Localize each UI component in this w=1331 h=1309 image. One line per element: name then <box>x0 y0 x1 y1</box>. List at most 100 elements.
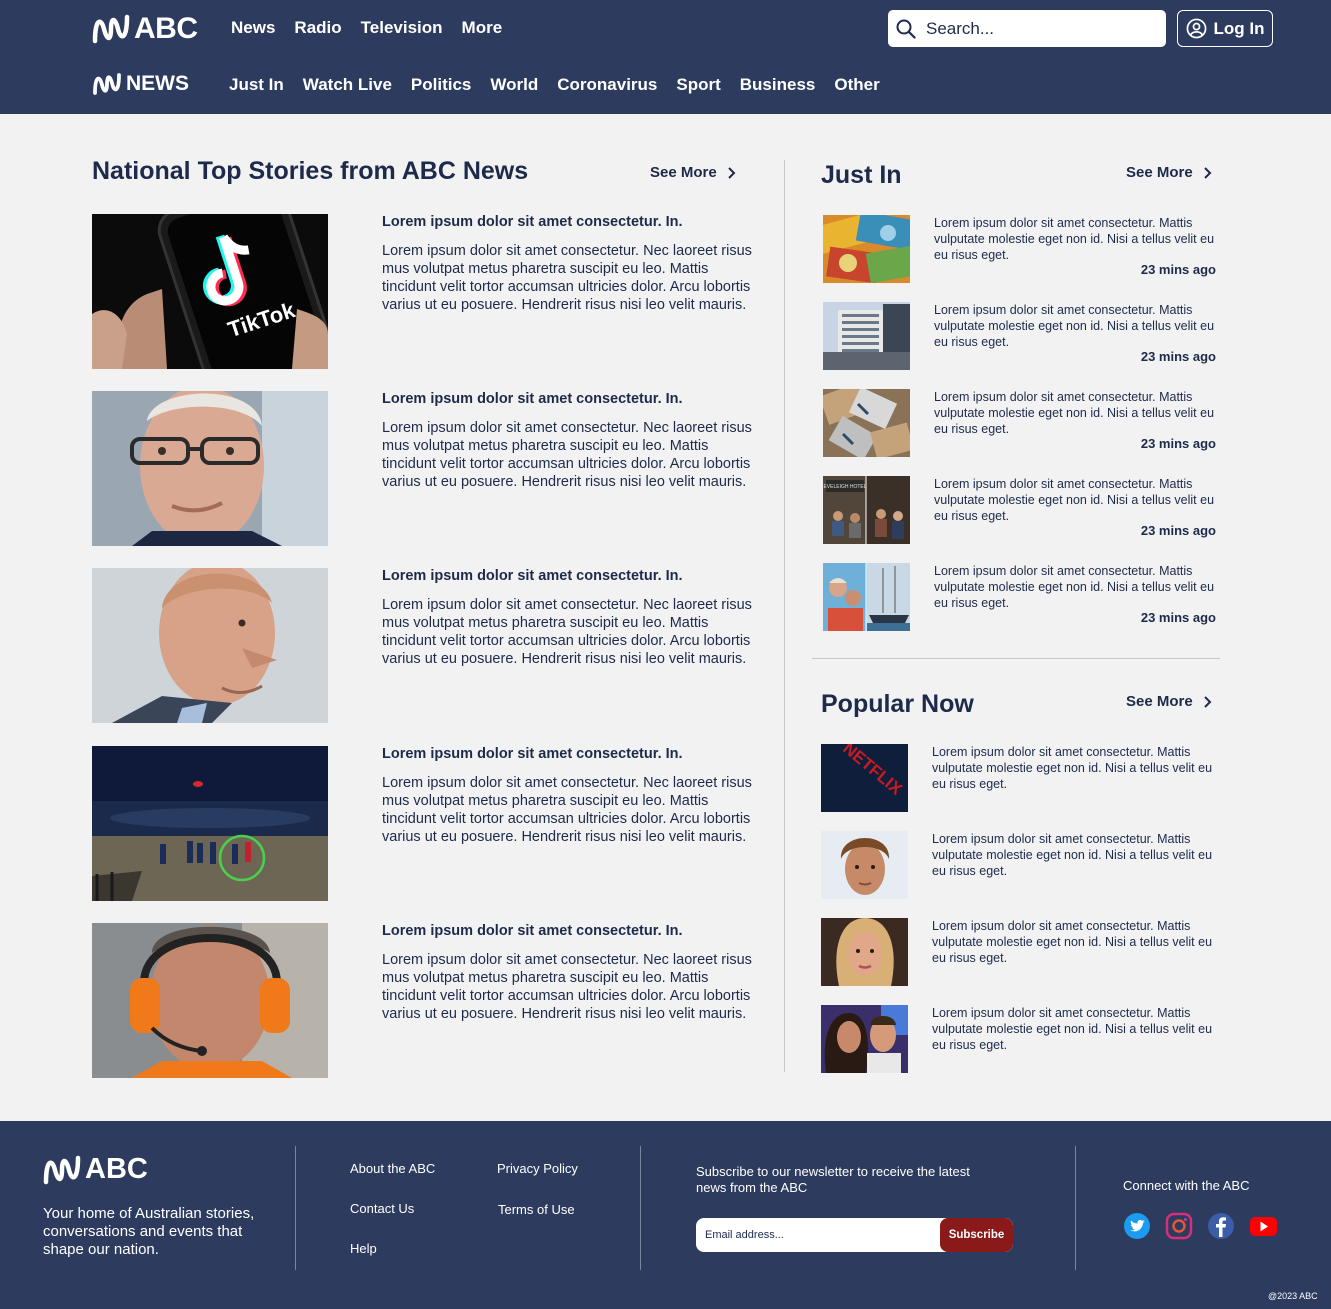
subnav-sport[interactable]: Sport <box>676 75 720 95</box>
footer-divider <box>640 1146 641 1270</box>
footer-tagline: Your home of Australian stories, convers… <box>43 1205 255 1258</box>
chevron-right-icon <box>727 166 736 179</box>
newsletter-form: Subscribe <box>696 1218 1013 1252</box>
popular-text: Lorem ipsum dolor sit amet consectetur. … <box>932 832 1213 878</box>
story-item[interactable]: Lorem ipsum dolor sit amet consectetur. … <box>92 568 752 723</box>
story-title[interactable]: Lorem ipsum dolor sit amet consectetur. … <box>382 214 683 230</box>
subnav-world[interactable]: World <box>490 75 538 95</box>
popular-thumbnail-netflix[interactable]: NETFLIX <box>821 744 908 812</box>
story-item[interactable]: Lorem ipsum dolor sit amet consectetur. … <box>92 923 752 1078</box>
just-in-time: 23 mins ago <box>1140 523 1216 538</box>
top-stories-heading: National Top Stories from ABC News <box>92 157 529 185</box>
footer-divider <box>1075 1146 1076 1270</box>
copyright: @2023 ABC <box>1268 1291 1318 1301</box>
story-title[interactable]: Lorem ipsum dolor sit amet consectetur. … <box>382 391 683 407</box>
just-in-see-more[interactable]: See More <box>1126 164 1212 181</box>
just-in-text: Lorem ipsum dolor sit amet consectetur. … <box>934 303 1215 349</box>
just-in-item[interactable]: Lorem ipsum dolor sit amet consectetur. … <box>823 389 1223 457</box>
instagram-icon[interactable] <box>1165 1212 1193 1240</box>
newsletter-text: Subscribe to our newsletter to receive t… <box>696 1164 970 1195</box>
search-input[interactable] <box>926 18 1146 39</box>
just-in-time: 23 mins ago <box>1140 262 1216 277</box>
popular-thumbnail-portrait-blonde[interactable] <box>821 918 908 986</box>
top-nav: News Radio Television More <box>231 18 502 38</box>
abc-logo-text: ABC <box>134 12 198 45</box>
just-in-item[interactable]: Lorem ipsum dolor sit amet consectetur. … <box>823 563 1223 631</box>
just-in-time: 23 mins ago <box>1140 436 1216 451</box>
story-title[interactable]: Lorem ipsum dolor sit amet consectetur. … <box>382 746 683 762</box>
login-label: Log In <box>1213 18 1265 38</box>
login-button[interactable]: Log In <box>1177 10 1273 47</box>
story-title[interactable]: Lorem ipsum dolor sit amet consectetur. … <box>382 568 683 584</box>
nav-radio[interactable]: Radio <box>294 18 341 38</box>
popular-item[interactable]: Lorem ipsum dolor sit amet consectetur. … <box>821 831 1221 899</box>
twitter-icon[interactable] <box>1123 1212 1151 1240</box>
user-circle-icon <box>1186 18 1206 39</box>
footer-link-help[interactable]: Help <box>350 1241 377 1256</box>
subnav-business[interactable]: Business <box>740 75 816 95</box>
search-box[interactable] <box>888 10 1166 47</box>
subscribe-button[interactable]: Subscribe <box>940 1218 1013 1252</box>
story-title[interactable]: Lorem ipsum dolor sit amet consectetur. … <box>382 923 683 939</box>
just-in-time: 23 mins ago <box>1140 349 1216 364</box>
just-in-item[interactable]: EVELEIGH HOTEL Lorem ipsum dolor sit ame… <box>823 476 1223 544</box>
story-thumbnail-portrait-glasses[interactable] <box>92 391 328 546</box>
top-stories-see-more[interactable]: See More <box>650 164 736 181</box>
story-item[interactable]: TikTok Lorem ipsum dolor sit amet consec… <box>92 214 752 369</box>
abc-news-logo[interactable]: NEWS <box>92 72 189 96</box>
popular-item[interactable]: Lorem ipsum dolor sit amet consectetur. … <box>821 918 1221 986</box>
footer-link-terms[interactable]: Terms of Use <box>498 1202 575 1217</box>
see-more-label: See More <box>1126 693 1193 710</box>
footer-link-about[interactable]: About the ABC <box>350 1161 435 1176</box>
subnav-other[interactable]: Other <box>834 75 879 95</box>
chevron-right-icon <box>1203 166 1212 179</box>
just-in-heading: Just In <box>821 161 902 189</box>
nav-television[interactable]: Television <box>361 18 443 38</box>
popular-thumbnail-couple[interactable] <box>821 1005 908 1073</box>
news-logo-text: NEWS <box>126 72 189 95</box>
subnav-just-in[interactable]: Just In <box>229 75 284 95</box>
section-divider <box>812 658 1220 659</box>
hotel-image-text: EVELEIGH HOTEL <box>823 484 866 490</box>
just-in-item[interactable]: Lorem ipsum dolor sit amet consectetur. … <box>823 302 1223 370</box>
story-item[interactable]: Lorem ipsum dolor sit amet consectetur. … <box>92 746 752 901</box>
site-footer: ABC Your home of Australian stories, con… <box>0 1121 1331 1309</box>
story-summary: Lorem ipsum dolor sit amet consectetur. … <box>382 775 752 845</box>
story-summary: Lorem ipsum dolor sit amet consectetur. … <box>382 952 752 1022</box>
search-icon <box>896 19 916 39</box>
just-in-item[interactable]: Lorem ipsum dolor sit amet consectetur. … <box>823 215 1223 283</box>
footer-divider <box>295 1146 296 1270</box>
popular-item[interactable]: NETFLIX Lorem ipsum dolor sit amet conse… <box>821 744 1221 812</box>
subnav-coronavirus[interactable]: Coronavirus <box>557 75 657 95</box>
story-thumbnail-portrait-profile[interactable] <box>92 568 328 723</box>
story-thumbnail-headset[interactable] <box>92 923 328 1078</box>
column-divider <box>784 160 785 1072</box>
subnav-politics[interactable]: Politics <box>411 75 471 95</box>
nav-news[interactable]: News <box>231 18 275 38</box>
just-in-text: Lorem ipsum dolor sit amet consectetur. … <box>934 477 1215 523</box>
youtube-icon[interactable] <box>1249 1212 1277 1240</box>
story-summary: Lorem ipsum dolor sit amet consectetur. … <box>382 420 752 490</box>
nav-more[interactable]: More <box>462 18 503 38</box>
footer-abc-logo[interactable]: ABC <box>43 1153 148 1186</box>
popular-text: Lorem ipsum dolor sit amet consectetur. … <box>932 1006 1213 1052</box>
story-summary: Lorem ipsum dolor sit amet consectetur. … <box>382 597 752 667</box>
abc-lissajous-icon <box>92 14 130 44</box>
popular-thumbnail-portrait-curly[interactable] <box>821 831 908 899</box>
popular-see-more[interactable]: See More <box>1126 693 1212 710</box>
story-item[interactable]: Lorem ipsum dolor sit amet consectetur. … <box>92 391 752 546</box>
chevron-right-icon <box>1203 695 1212 708</box>
subnav-watch-live[interactable]: Watch Live <box>303 75 392 95</box>
email-input[interactable] <box>696 1218 941 1252</box>
popular-item[interactable]: Lorem ipsum dolor sit amet consectetur. … <box>821 1005 1221 1073</box>
facebook-icon[interactable] <box>1207 1212 1235 1240</box>
footer-link-privacy[interactable]: Privacy Policy <box>497 1161 578 1176</box>
footer-logo-text: ABC <box>85 1153 148 1185</box>
abc-lissajous-icon <box>93 73 121 95</box>
footer-link-contact[interactable]: Contact Us <box>350 1201 414 1216</box>
story-thumbnail-tiktok[interactable]: TikTok <box>92 214 328 369</box>
story-thumbnail-beach-night[interactable] <box>92 746 328 901</box>
abc-logo[interactable]: ABC <box>92 12 198 46</box>
news-subnav: Just In Watch Live Politics World Corona… <box>229 75 880 95</box>
just-in-text: Lorem ipsum dolor sit amet consectetur. … <box>934 216 1215 262</box>
